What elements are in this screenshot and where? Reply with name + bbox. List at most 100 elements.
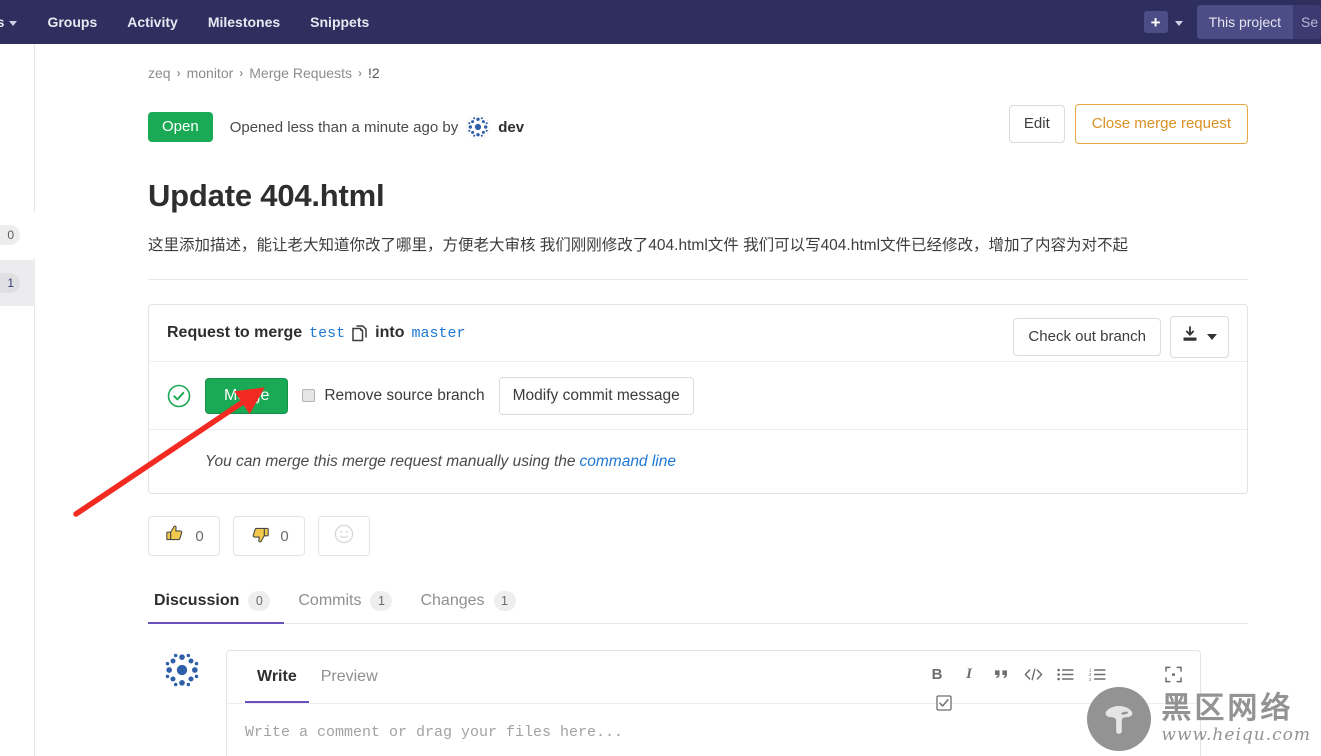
nav-item-projects[interactable]: ts — [0, 0, 32, 44]
nav-item-groups[interactable]: Groups — [32, 0, 112, 44]
copy-icon[interactable] — [352, 325, 368, 342]
new-dropdown[interactable]: + — [1143, 11, 1183, 33]
watermark: 黑区网络 www.heiqu.com — [1087, 687, 1311, 751]
nav-item-label: ts — [0, 14, 5, 30]
main-content: zeq › monitor › Merge Requests › !2 Open… — [35, 44, 1321, 756]
tab-count: 0 — [248, 591, 271, 612]
top-navbar: ts Groups Activity Milestones Snippets +… — [0, 0, 1321, 44]
sidebar-item-row-active[interactable]: 1 — [0, 260, 35, 306]
manual-merge-text: You can merge this merge request manuall… — [205, 452, 576, 470]
merge-widget-header: Request to merge test into master Check … — [149, 305, 1247, 363]
merge-button[interactable]: Merge — [205, 377, 289, 414]
breadcrumb: zeq › monitor › Merge Requests › !2 — [148, 56, 1248, 90]
avatar[interactable] — [466, 115, 491, 139]
bold-icon[interactable]: B — [922, 660, 952, 688]
remove-source-branch-label: Remove source branch — [324, 386, 485, 404]
target-branch[interactable]: master — [411, 325, 465, 342]
content-inner: zeq › monitor › Merge Requests › !2 Open… — [148, 44, 1248, 756]
tab-preview[interactable]: Preview — [309, 651, 390, 703]
tab-label: Discussion — [154, 592, 240, 610]
svg-text:3: 3 — [1089, 677, 1092, 681]
watermark-url: www.heiqu.com — [1161, 725, 1311, 746]
fullscreen-icon[interactable] — [1158, 660, 1188, 688]
nav-item-milestones[interactable]: Milestones — [193, 0, 295, 44]
status-badge: Open — [148, 112, 213, 142]
reaction-bar: 0 0 — [148, 516, 1248, 557]
checkbox-box[interactable] — [302, 389, 316, 403]
opened-text: Opened less than a minute ago by — [229, 118, 459, 136]
comment-form-area: Write Preview B I 1 2 3 Write a comment … — [148, 650, 1248, 756]
breadcrumb-separator: › — [357, 66, 362, 80]
author-name[interactable]: dev — [498, 119, 524, 136]
tab-commits[interactable]: Commits 1 — [284, 591, 406, 623]
sidebar-badge-count: 0 — [0, 225, 20, 245]
bullet-list-icon[interactable] — [1050, 660, 1080, 688]
chevron-down-icon — [9, 20, 18, 26]
breadcrumb-current-mr[interactable]: !2 — [368, 65, 380, 81]
merge-widget: Request to merge test into master Check … — [148, 304, 1248, 495]
page-root: ts Groups Activity Milestones Snippets +… — [0, 0, 1321, 756]
search-input[interactable]: Se — [1293, 5, 1321, 39]
tab-label: Changes — [420, 592, 485, 610]
tab-count: 1 — [370, 591, 393, 612]
download-icon — [1182, 326, 1198, 348]
watermark-text: 黑区网络 www.heiqu.com — [1161, 693, 1311, 746]
remove-source-branch-checkbox[interactable]: Remove source branch — [302, 386, 485, 405]
sidebar-item-row[interactable]: 0 — [0, 212, 35, 258]
close-merge-request-button[interactable]: Close merge request — [1074, 104, 1248, 144]
add-reaction-smiley-icon — [334, 524, 354, 548]
tab-write[interactable]: Write — [245, 651, 309, 704]
breadcrumb-separator: › — [176, 66, 181, 80]
breadcrumb-project[interactable]: monitor — [187, 65, 234, 81]
merge-widget-body: Merge Remove source branch Modify commit… — [149, 362, 1247, 431]
modify-commit-message-button[interactable]: Modify commit message — [498, 376, 694, 415]
watermark-logo-icon — [1087, 687, 1152, 751]
merge-widget-footer: You can merge this merge request manuall… — [149, 430, 1247, 493]
breadcrumb-group[interactable]: zeq — [148, 65, 171, 81]
thumbs-up-count: 0 — [195, 527, 204, 545]
task-list-icon[interactable] — [929, 689, 959, 717]
check-circle-icon — [167, 384, 191, 408]
mr-actions: Edit Close merge request — [1008, 104, 1248, 144]
request-to-merge-label: Request to merge — [167, 324, 303, 342]
comment-box-tabs: Write Preview B I 1 2 3 — [227, 651, 1200, 711]
navbar-links: ts Groups Activity Milestones Snippets — [0, 0, 384, 44]
left-sidebar: 0 1 — [0, 44, 35, 756]
download-dropdown-button[interactable] — [1170, 316, 1229, 358]
into-label: into — [375, 324, 405, 342]
plus-icon[interactable]: + — [1143, 11, 1168, 33]
quote-icon[interactable] — [986, 660, 1016, 688]
mr-tabs: Discussion 0 Commits 1 Changes 1 — [148, 582, 1248, 625]
italic-icon[interactable]: I — [954, 660, 984, 688]
merge-widget-header-actions: Check out branch — [1013, 316, 1229, 358]
markdown-toolbar: B I 1 2 3 — [922, 660, 1188, 688]
numbered-list-icon[interactable]: 1 2 3 — [1082, 660, 1112, 688]
nav-item-snippets[interactable]: Snippets — [295, 0, 384, 44]
thumbs-down-count: 0 — [280, 527, 289, 545]
thumbs-up-button[interactable]: 0 — [148, 516, 220, 557]
edit-button[interactable]: Edit — [1008, 105, 1065, 143]
chevron-down-icon[interactable] — [1174, 20, 1183, 26]
nav-item-activity[interactable]: Activity — [112, 0, 193, 44]
watermark-cn: 黑区网络 — [1161, 690, 1294, 726]
tab-discussion[interactable]: Discussion 0 — [148, 591, 285, 625]
breadcrumb-merge-requests[interactable]: Merge Requests — [249, 65, 352, 81]
code-icon[interactable] — [1018, 660, 1048, 688]
tab-changes[interactable]: Changes 1 — [406, 591, 529, 623]
comment-box: Write Preview B I 1 2 3 Write a comment … — [226, 650, 1201, 756]
source-branch[interactable]: test — [309, 325, 345, 342]
tab-count: 1 — [493, 591, 516, 612]
thumbs-down-button[interactable]: 0 — [233, 516, 305, 557]
merge-branches-info: Request to merge test into master — [167, 324, 466, 342]
thumbs-down-icon — [249, 523, 271, 549]
avatar — [162, 650, 202, 690]
mr-status-row: Open Opened less than a minute ago by de… — [148, 104, 1248, 150]
mr-description: 这里添加描述，能让老大知道你改了哪里，方便老大审核 我们刚刚修改了404.htm… — [148, 234, 1248, 281]
check-out-branch-button[interactable]: Check out branch — [1013, 318, 1161, 356]
add-reaction-button[interactable] — [318, 516, 370, 557]
search-scope-selector[interactable]: This project — [1196, 5, 1293, 39]
thumbs-up-icon — [164, 523, 186, 549]
breadcrumb-separator: › — [239, 66, 244, 80]
comment-input[interactable]: Write a comment or drag your files here.… — [227, 703, 1200, 756]
command-line-link[interactable]: command line — [580, 453, 677, 471]
